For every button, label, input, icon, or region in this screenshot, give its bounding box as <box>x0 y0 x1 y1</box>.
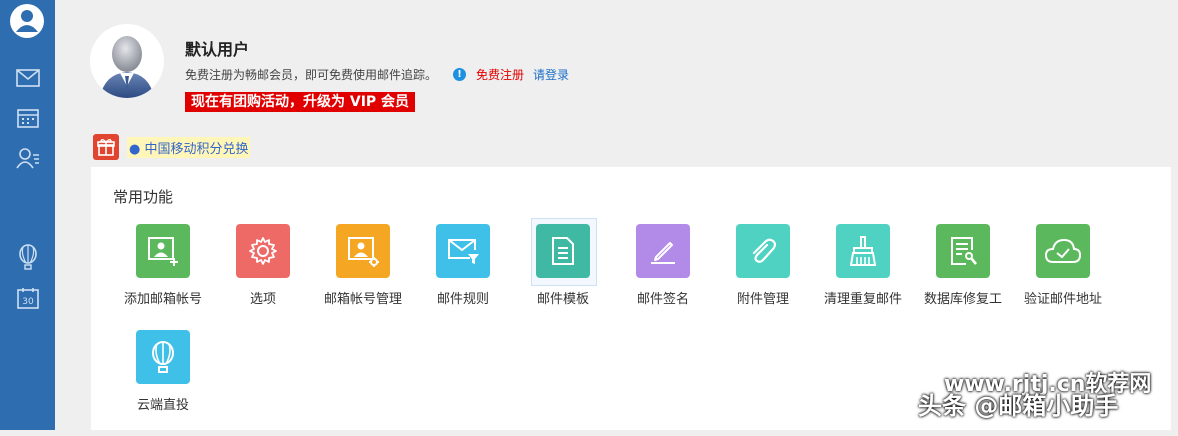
tile-label: 邮件模板 <box>536 292 589 307</box>
register-link[interactable]: 免费注册 <box>476 66 524 83</box>
user-name: 默认用户 <box>185 40 250 59</box>
mail-icon[interactable] <box>13 63 43 93</box>
balloon-icon <box>136 330 190 384</box>
account-settings-icon <box>336 224 390 278</box>
promo-line: 免费注册为畅邮会员，即可免费使用邮件追踪。 ! 免费注册 请登录 <box>185 66 569 83</box>
tile-label: 邮件签名 <box>636 292 689 307</box>
mail-rules-button[interactable]: 邮件规则 <box>413 224 513 330</box>
tile-label: 选项 <box>249 292 276 307</box>
balloon-icon[interactable] <box>13 242 43 272</box>
cloud-check-icon <box>1036 224 1090 278</box>
paperclip-icon <box>736 224 790 278</box>
calendar-30-icon[interactable]: 30 <box>13 283 43 313</box>
pen-icon <box>636 224 690 278</box>
tile-label: 云端直投 <box>136 398 189 413</box>
add-account-icon <box>136 224 190 278</box>
add-account-button[interactable]: 添加邮箱帐号 <box>113 224 213 330</box>
clean-duplicates-button[interactable]: 清理重复邮件 <box>813 224 913 330</box>
tile-label: 添加邮箱帐号 <box>123 292 202 307</box>
database-repair-icon <box>936 224 990 278</box>
mail-template-button[interactable]: 邮件模板 <box>513 218 613 330</box>
tile-label: 清理重复邮件 <box>823 292 902 307</box>
verify-address-button[interactable]: 验证邮件地址 <box>1013 224 1113 330</box>
tile-label: 附件管理 <box>736 292 789 307</box>
tile-label: 验证邮件地址 <box>1023 292 1102 307</box>
watermark-line2: 头条 @邮箱小助手 <box>918 392 1119 420</box>
tile-label: 邮件规则 <box>436 292 489 307</box>
cloud-delivery-button[interactable]: 云端直投 <box>113 330 213 436</box>
user-avatar-icon[interactable] <box>10 4 44 38</box>
login-link[interactable]: 请登录 <box>533 66 569 83</box>
mail-signature-button[interactable]: 邮件签名 <box>613 224 713 330</box>
document-icon <box>536 224 590 278</box>
gift-icon <box>93 134 119 160</box>
info-icon: ! <box>453 68 467 81</box>
contacts-icon[interactable] <box>13 143 43 173</box>
mail-filter-icon <box>436 224 490 278</box>
profile-avatar <box>90 24 164 98</box>
tile-label: 邮箱帐号管理 <box>323 292 402 307</box>
account-manage-button[interactable]: 邮箱帐号管理 <box>313 224 413 330</box>
panel-title: 常用功能 <box>113 188 174 206</box>
broom-icon <box>836 224 890 278</box>
attachment-manage-button[interactable]: 附件管理 <box>713 224 813 330</box>
cmcc-exchange-link[interactable]: ● 中国移动积分兑换 <box>127 136 251 158</box>
calendar-icon[interactable] <box>13 103 43 133</box>
promo-text: 免费注册为畅邮会员，即可免费使用邮件追踪。 <box>185 68 438 82</box>
left-sidebar: 30 <box>0 0 55 430</box>
tile-label: 数据库修复工 <box>923 292 1002 307</box>
gear-icon <box>236 224 290 278</box>
cmcc-exchange[interactable]: ● 中国移动积分兑换 <box>93 134 251 160</box>
svg-text:30: 30 <box>22 297 34 307</box>
vip-banner[interactable]: 现在有团购活动，升级为 VIP 会员 <box>185 92 416 112</box>
options-button[interactable]: 选项 <box>213 224 313 330</box>
database-repair-button[interactable]: 数据库修复工 <box>913 224 1013 330</box>
